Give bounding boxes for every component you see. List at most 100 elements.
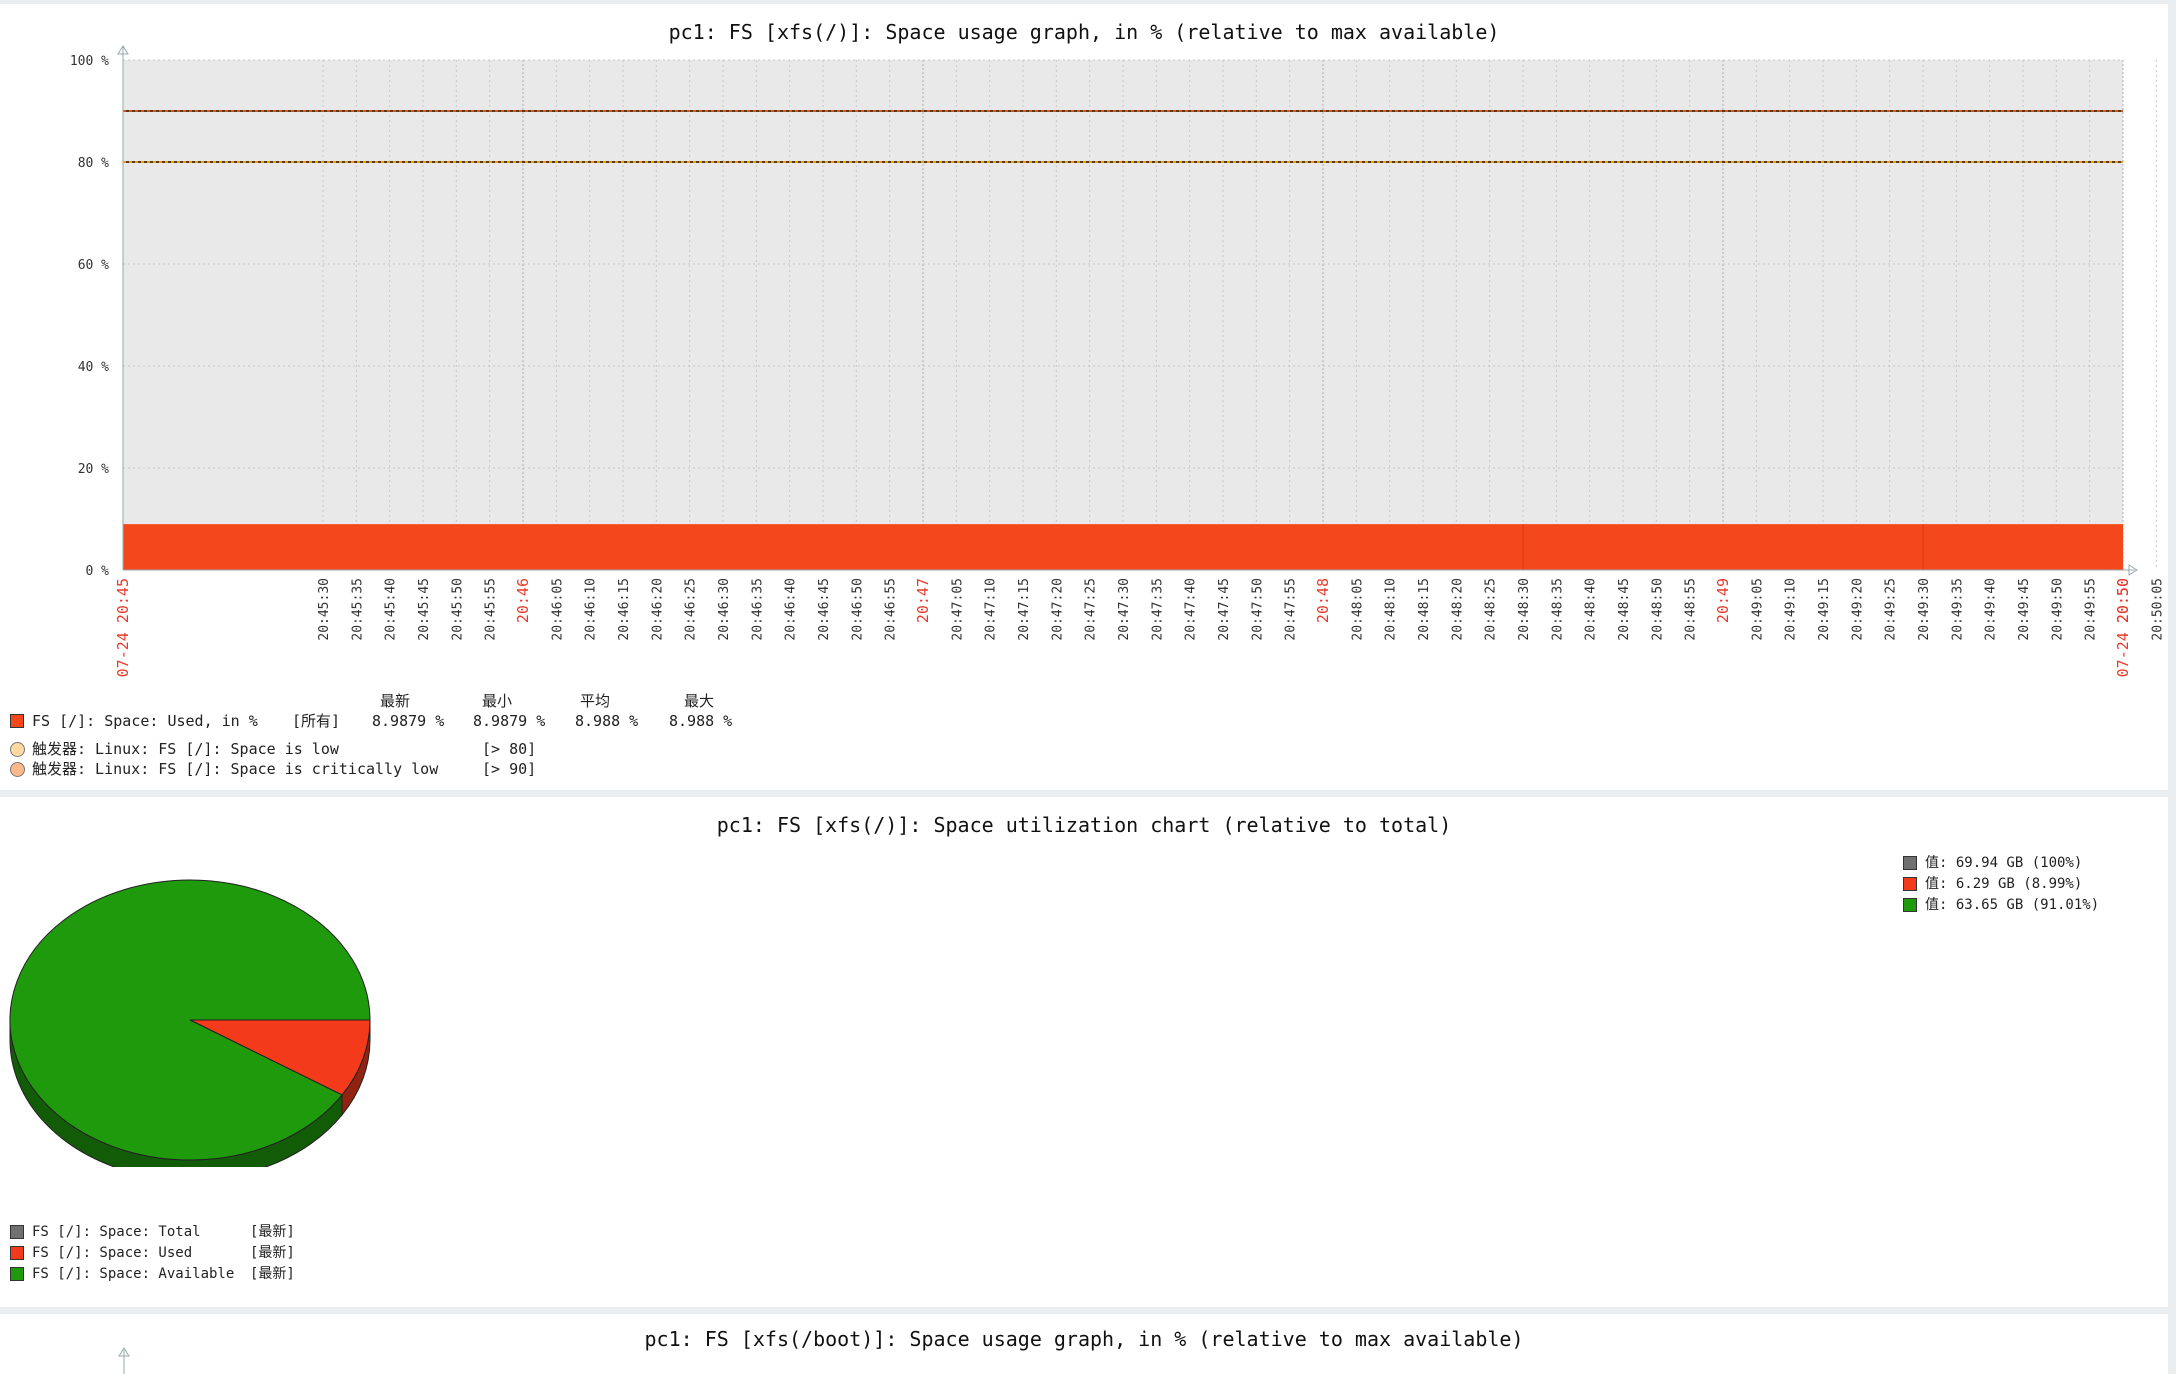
pie-value-text: 值: 69.94 GB (100%): [1925, 855, 2083, 871]
x-tick-label: 20:46:20: [650, 578, 665, 641]
x-tick-label: 20:47:35: [1150, 578, 1165, 641]
x-tick-label: 20:49:30: [1917, 578, 1932, 641]
x-tick-label: 20:49:50: [2050, 578, 2065, 641]
y-tick-label: 80 %: [78, 156, 109, 171]
value-color-swatch: [1903, 898, 1917, 912]
legend-series-max: 8.988 %: [669, 712, 733, 730]
trigger-indicator-icon: [10, 762, 25, 777]
x-tick-label: 20:47:50: [1250, 578, 1265, 641]
pie-item-row: FS [/]: Space: Used [最新]: [10, 1244, 410, 1262]
space-utilization-pie-chart: [9, 879, 371, 1167]
y-tick-label: 40 %: [78, 360, 109, 375]
pie-value-text: 值: 6.29 GB (8.99%): [1925, 876, 2083, 892]
x-major-tick-label: 20:48: [1314, 578, 1332, 623]
trigger-label: 触发器: Linux: FS [/]: Space is critically …: [32, 760, 439, 778]
x-tick-label: 20:49:25: [1884, 578, 1899, 641]
x-tick-label: 20:47:10: [984, 578, 999, 641]
x-tick-label: 20:49:40: [1984, 578, 1999, 641]
x-tick-label: 20:48:15: [1417, 578, 1432, 641]
y-tick-label: 100 %: [70, 54, 109, 69]
legend-trigger-row: 触发器: Linux: FS [/]: Space is critically …: [10, 760, 810, 778]
x-tick-label: 20:45:30: [317, 578, 332, 641]
x-tick-label: 20:47:45: [1217, 578, 1232, 641]
x-tick-label: 20:45:45: [417, 578, 432, 641]
pie-item-row: FS [/]: Space: Total [最新]: [10, 1223, 410, 1241]
x-tick-label: 20:46:50: [850, 578, 865, 641]
pie-item-scope: [最新]: [250, 1245, 295, 1261]
x-end-label: 07-24 20:50: [2114, 578, 2132, 677]
x-tick-label: 20:49:55: [2084, 578, 2099, 641]
series-used-area: [123, 524, 2123, 570]
x-tick-label: 20:48:05: [1350, 578, 1365, 641]
x-tick-label: 20:48:10: [1384, 578, 1399, 641]
pie-item-scope: [最新]: [250, 1224, 295, 1240]
space-usage-graph-panel: pc1: FS [xfs(/)]: Space usage graph, in …: [0, 4, 2168, 790]
trigger-label: 触发器: Linux: FS [/]: Space is low: [32, 740, 339, 758]
legend-series-name: FS [/]: Space: Used, in %: [32, 712, 258, 730]
x-tick-label: 20:46:10: [584, 578, 599, 641]
pie-item-row: FS [/]: Space: Available [最新]: [10, 1265, 410, 1283]
x-major-tick-label: 20:46: [514, 578, 532, 623]
boot-space-usage-graph-panel: pc1: FS [xfs(/boot)]: Space usage graph,…: [0, 1314, 2168, 1374]
item-color-swatch: [10, 1246, 24, 1260]
pie-value-text: 值: 63.65 GB (91.01%): [1925, 897, 2100, 913]
legend-series-row: FS [/]: Space: Used, in % [所有] 8.9879 % …: [10, 712, 810, 730]
x-tick-label: 20:46:35: [750, 578, 765, 641]
x-tick-label: 20:45:50: [450, 578, 465, 641]
x-start-label: 07-24 20:45: [114, 578, 132, 677]
pie-slice: [9, 879, 371, 1161]
legend-series-min: 8.9879 %: [473, 712, 546, 730]
pie-item-name: FS [/]: Space: Used: [32, 1245, 193, 1261]
x-tick-label: 20:46:25: [684, 578, 699, 641]
x-tick-label: 20:48:45: [1617, 578, 1632, 641]
x-tick-label: 20:48:40: [1584, 578, 1599, 641]
y-tick-label: 20 %: [78, 462, 109, 477]
x-tick-label: 20:49:15: [1817, 578, 1832, 641]
item-color-swatch: [10, 1225, 24, 1239]
x-tick-label: 20:49:10: [1784, 578, 1799, 641]
trigger-threshold: [> 80]: [482, 740, 537, 758]
x-tick-label: 20:49:45: [2017, 578, 2032, 641]
legend-series-last: 8.9879 %: [372, 712, 445, 730]
legend-header-avg: 平均: [580, 692, 611, 710]
x-tick-label: 20:47:05: [950, 578, 965, 641]
x-tick-label: 20:46:30: [717, 578, 732, 641]
x-tick-label: 20:46:15: [617, 578, 632, 641]
x-tick-label: 20:49:05: [1750, 578, 1765, 641]
y-tick-label: 60 %: [78, 258, 109, 273]
x-tick-label: 20:47:55: [1284, 578, 1299, 641]
pie-item-name: FS [/]: Space: Available: [32, 1266, 235, 1282]
pie-values-legend: 值: 69.94 GB (100%) 值: 6.29 GB (8.99%) 值:…: [1903, 854, 2163, 920]
x-tick-label: 20:46:45: [817, 578, 832, 641]
x-tick-label: 20:46:55: [884, 578, 899, 641]
x-tick-label: 20:48:30: [1517, 578, 1532, 641]
x-tick-label: 20:49:20: [1850, 578, 1865, 641]
space-utilization-chart-panel: pc1: FS [xfs(/)]: Space utilization char…: [0, 797, 2168, 1307]
x-tick-label: 20:47:20: [1050, 578, 1065, 641]
x-tick-label: 20:46:40: [784, 578, 799, 641]
x-tick-label: 20:47:30: [1117, 578, 1132, 641]
trigger-indicator-icon: [10, 742, 25, 757]
trigger-threshold: [> 90]: [482, 760, 537, 778]
x-tick-label: 20:46:05: [550, 578, 565, 641]
legend-header-min: 最小: [482, 692, 513, 710]
space-usage-line-chart: 0 % 20 % 40 % 60 % 80 % 100 % 20:45:30 20:45:35…: [70, 45, 2165, 677]
x-major-tick-label: 20:47: [914, 578, 932, 623]
series-color-swatch: [10, 714, 24, 728]
x-tick-label: 20:48:50: [1650, 578, 1665, 641]
x-tick-label: 20:48:20: [1450, 578, 1465, 641]
x-major-tick-label: 20:49: [1714, 578, 1732, 623]
value-color-swatch: [1903, 856, 1917, 870]
x-tick-label: 20:48:55: [1684, 578, 1699, 641]
chart-title: pc1: FS [xfs(/boot)]: Space usage graph,…: [644, 1327, 1524, 1351]
x-tick-label: 20:47:25: [1084, 578, 1099, 641]
x-tick-label: 20:45:35: [350, 578, 365, 641]
legend-trigger-row: 触发器: Linux: FS [/]: Space is low [> 80]: [10, 740, 810, 758]
legend-series-avg: 8.988 %: [575, 712, 639, 730]
boot-chart-axis-stub: [118, 1347, 130, 1374]
x-tick-label: 20:47:40: [1184, 578, 1199, 641]
line-chart-legend: 最新 最小 平均 最大 FS [/]: Space: Used, in % [所…: [10, 690, 810, 790]
legend-series-scope: [所有]: [292, 712, 341, 730]
x-tick-label: 20:48:25: [1484, 578, 1499, 641]
pie-item-scope: [最新]: [250, 1266, 295, 1282]
